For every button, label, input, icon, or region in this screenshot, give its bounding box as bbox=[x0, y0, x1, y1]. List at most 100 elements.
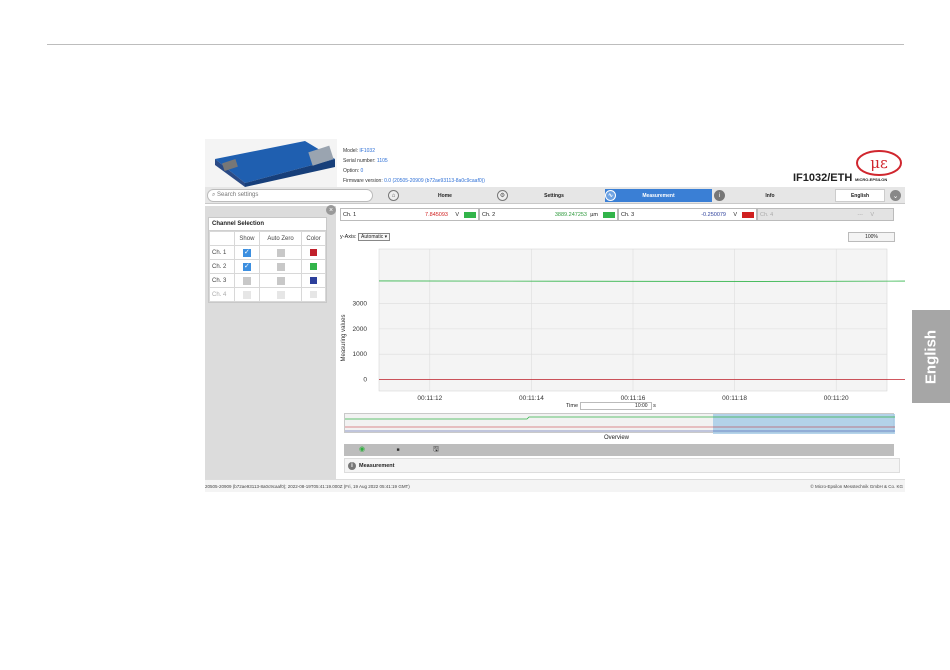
show-checkbox[interactable]: ✓ bbox=[242, 248, 251, 257]
measurement-section[interactable]: i Measurement bbox=[344, 458, 900, 473]
nav-measurement[interactable]: ∿ Measurement bbox=[605, 189, 712, 202]
channel-values-bar: Ch. 1 7.845093 V Ch. 2 3889.247253 µm Ch… bbox=[340, 208, 894, 221]
search-input[interactable]: ⌕ Search settings bbox=[207, 189, 373, 202]
y-axis-row: y-Axis: Automatic ▾ bbox=[340, 233, 391, 241]
channel-table: Show Auto Zero Color Ch. 1 ✓ Ch. 2 ✓ Ch.… bbox=[209, 231, 326, 302]
overview-svg bbox=[345, 414, 895, 434]
svg-text:με: με bbox=[870, 154, 888, 172]
search-placeholder: Search settings bbox=[217, 192, 259, 198]
y-tick-label: 2000 bbox=[353, 326, 368, 333]
nav-bar: ⌕ Search settings ⌂ Home ⚙ Settings ∿ Me… bbox=[205, 187, 905, 204]
overview-label: Overview bbox=[604, 435, 630, 441]
auto-zero-checkbox bbox=[276, 290, 285, 299]
info-label: Model: bbox=[343, 148, 359, 154]
col-header bbox=[209, 231, 235, 246]
x-tick-label: 00:11:20 bbox=[824, 395, 849, 402]
channel-label: Ch. 1 bbox=[209, 245, 235, 260]
channel-value-cell: Ch. 4 --- V bbox=[757, 208, 894, 221]
color-swatch bbox=[310, 290, 318, 298]
device-info: Model: IF1032 Serial number: 1105 Option… bbox=[343, 146, 485, 186]
x-tick-label: 00:11:12 bbox=[417, 395, 442, 402]
y-axis-label: Measuring values bbox=[341, 314, 347, 361]
channel-row: Ch. 3 bbox=[209, 273, 326, 288]
channel-label: Ch. 3 bbox=[209, 273, 235, 288]
show-checkbox[interactable]: ✓ bbox=[242, 262, 251, 271]
y-tick-label: 3000 bbox=[353, 301, 368, 308]
channel-color bbox=[742, 212, 754, 218]
color-swatch[interactable] bbox=[310, 262, 318, 270]
serial-value: 1105 bbox=[376, 158, 388, 164]
zoom-control[interactable]: 100% bbox=[848, 232, 895, 242]
stop-icon[interactable]: ■ bbox=[394, 446, 402, 454]
series-line-1 bbox=[378, 280, 938, 282]
header: Model: IF1032 Serial number: 1105 Option… bbox=[205, 139, 905, 187]
side-tab-label: English bbox=[922, 329, 940, 384]
channel-row: Ch. 1 ✓ bbox=[209, 245, 326, 260]
save-icon[interactable]: 🖫 bbox=[432, 446, 440, 454]
col-header-color: Color bbox=[301, 231, 326, 246]
channel-value-cell: Ch. 2 3889.247253 µm bbox=[479, 208, 618, 221]
footer-copyright: © Micro-Epsilon Messtechnik GmbH & Co. K… bbox=[810, 484, 903, 489]
nav-settings[interactable]: Settings bbox=[515, 189, 593, 202]
measurement-icon: ∿ bbox=[605, 190, 616, 201]
web-interface-screenshot: Model: IF1032 Serial number: 1105 Option… bbox=[205, 139, 938, 492]
auto-zero-checkbox[interactable] bbox=[276, 276, 285, 285]
play-icon[interactable]: ◉ bbox=[358, 446, 366, 454]
logo-text: MICRO-EPSILON bbox=[855, 177, 888, 182]
close-icon[interactable]: × bbox=[326, 205, 336, 215]
channel-color bbox=[603, 212, 615, 218]
channel-unit: µm bbox=[590, 212, 598, 218]
time-label: Time bbox=[566, 403, 579, 409]
info-label: Option: bbox=[343, 168, 360, 174]
zoom-value: 100% bbox=[865, 234, 878, 240]
chart-toolbar: ◉ ■ 🖫 bbox=[344, 444, 894, 456]
info-icon[interactable]: i bbox=[714, 190, 725, 201]
left-panel: × Channel Selection Show Auto Zero Color… bbox=[205, 205, 336, 479]
measurement-panel: Ch. 1 7.845093 V Ch. 2 3889.247253 µm Ch… bbox=[338, 206, 938, 479]
x-tick-label: 00:11:16 bbox=[621, 395, 646, 402]
measurement-section-label: Measurement bbox=[359, 463, 395, 469]
info-label: Firmware version: bbox=[343, 178, 383, 184]
channel-value: -0.250079 bbox=[701, 212, 726, 218]
channel-row: Ch. 4 bbox=[209, 287, 326, 302]
nav-info[interactable]: Info bbox=[730, 189, 810, 202]
show-checkbox[interactable] bbox=[242, 276, 251, 285]
time-input[interactable]: 10:00 bbox=[579, 402, 652, 410]
channel-unit: V bbox=[870, 212, 874, 218]
channel-name: Ch. 2 bbox=[482, 212, 496, 218]
y-axis-select[interactable]: Automatic ▾ bbox=[358, 233, 391, 241]
firmware-value: 0.0 (20505-20909 (b72ae93113-8a0c9caaf0)… bbox=[384, 178, 485, 184]
channel-value: --- bbox=[857, 212, 864, 218]
language-select[interactable]: English bbox=[835, 189, 885, 202]
channel-name: Ch. 1 bbox=[343, 212, 357, 218]
color-swatch[interactable] bbox=[310, 248, 318, 256]
footer-build-info: 20505-20909 (b72ae93113-8a0c9caaf0); 202… bbox=[205, 484, 410, 489]
y-tick-label: 0 bbox=[363, 377, 367, 384]
measurement-chart[interactable]: 00:11:12 00:11:14 00:11:16 00:11:18 00:11:20… bbox=[338, 242, 938, 413]
chevron-down-icon[interactable]: ⌄ bbox=[890, 190, 901, 201]
y-tick-label: 1000 bbox=[353, 351, 368, 358]
channel-color bbox=[464, 212, 476, 218]
channel-name: Ch. 3 bbox=[621, 212, 635, 218]
channel-label: Ch. 4 bbox=[209, 287, 235, 302]
auto-zero-checkbox[interactable] bbox=[276, 248, 285, 257]
gear-icon[interactable]: ⚙ bbox=[497, 190, 508, 201]
language-side-tab[interactable]: English bbox=[912, 310, 950, 403]
x-tick-label: 00:11:18 bbox=[722, 395, 747, 402]
chart-area: 00:11:12 00:11:14 00:11:16 00:11:18 00:11:20… bbox=[338, 242, 938, 413]
home-icon[interactable]: ⌂ bbox=[388, 190, 399, 201]
col-header-auto-zero: Auto Zero bbox=[258, 231, 303, 246]
nav-home[interactable]: Home bbox=[405, 189, 485, 202]
y-axis-mode: Automatic bbox=[361, 234, 384, 240]
x-tick-label: 00:11:14 bbox=[519, 395, 544, 402]
channel-selection: Channel Selection Show Auto Zero Color C… bbox=[208, 217, 327, 303]
time-unit: s bbox=[653, 403, 656, 409]
auto-zero-checkbox[interactable] bbox=[276, 262, 285, 271]
product-name: IF1032/ETH bbox=[793, 172, 853, 184]
channel-selection-title: Channel Selection bbox=[209, 218, 326, 231]
col-header-show: Show bbox=[234, 231, 260, 246]
overview-chart[interactable] bbox=[344, 413, 895, 434]
color-swatch[interactable] bbox=[310, 276, 318, 284]
channel-value: 3889.247253 bbox=[554, 212, 587, 218]
channel-row: Ch. 2 ✓ bbox=[209, 259, 326, 274]
